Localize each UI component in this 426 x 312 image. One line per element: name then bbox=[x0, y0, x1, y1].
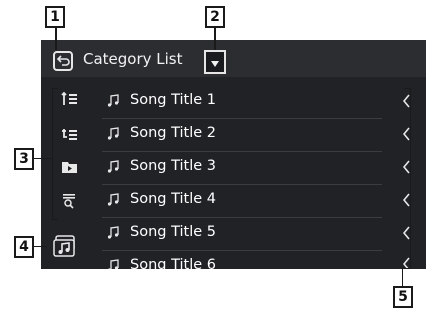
scroll-chevron[interactable] bbox=[399, 254, 417, 269]
sort-sidebar bbox=[48, 82, 96, 222]
callout-line bbox=[33, 246, 47, 247]
song-title: Song Title 5 bbox=[130, 224, 216, 240]
callout-bracket bbox=[52, 219, 58, 220]
scroll-chevron[interactable] bbox=[399, 190, 417, 212]
folder-button[interactable] bbox=[54, 152, 86, 182]
list-item[interactable]: Song Title 4 bbox=[96, 185, 382, 218]
sort-title-icon bbox=[62, 129, 77, 140]
song-title: Song Title 1 bbox=[130, 92, 216, 108]
scroll-chevron[interactable] bbox=[399, 223, 417, 245]
back-arrow-icon bbox=[56, 55, 70, 66]
scroll-chevron[interactable] bbox=[399, 157, 417, 179]
callout-1: 1 bbox=[45, 6, 65, 28]
media-screen: Category List Song Title 1 Song Title 2 … bbox=[41, 40, 426, 269]
callout-5: 5 bbox=[393, 286, 413, 308]
song-title: Song Title 6 bbox=[130, 257, 216, 269]
callout-3: 3 bbox=[14, 148, 34, 170]
callout-bracket bbox=[52, 88, 58, 89]
music-note-icon bbox=[107, 160, 119, 173]
song-title: Song Title 2 bbox=[130, 125, 216, 141]
callout-bracket bbox=[404, 88, 410, 89]
page-title: Category List bbox=[83, 50, 183, 68]
scroll-chevron[interactable] bbox=[399, 124, 417, 146]
song-list: Song Title 1 Song Title 2 Song Title 3 S… bbox=[96, 86, 396, 269]
callout-line bbox=[402, 268, 403, 286]
music-note-icon bbox=[107, 193, 119, 206]
header-bar: Category List bbox=[41, 40, 426, 77]
song-title: Song Title 3 bbox=[130, 158, 216, 174]
back-button[interactable] bbox=[53, 51, 73, 71]
callout-line bbox=[33, 158, 52, 159]
callout-2: 2 bbox=[205, 6, 225, 28]
list-item[interactable]: Song Title 6 bbox=[96, 251, 382, 269]
callout-bracket bbox=[52, 88, 53, 220]
list-item[interactable]: Song Title 3 bbox=[96, 152, 382, 185]
media-mode-button[interactable] bbox=[47, 231, 83, 261]
music-mode-icon bbox=[53, 235, 75, 257]
search-button[interactable] bbox=[54, 186, 86, 216]
scroll-chevron[interactable] bbox=[399, 91, 417, 113]
list-item[interactable]: Song Title 1 bbox=[96, 86, 382, 119]
list-item[interactable]: Song Title 2 bbox=[96, 119, 382, 152]
song-title: Song Title 4 bbox=[130, 191, 216, 207]
callout-bracket bbox=[404, 268, 410, 269]
sort-by-title-button[interactable] bbox=[54, 118, 86, 148]
music-note-icon bbox=[107, 94, 119, 107]
callout-line bbox=[214, 28, 216, 50]
sort-ascending-button[interactable] bbox=[54, 84, 86, 114]
callout-bracket bbox=[410, 88, 411, 268]
triangle-down-icon bbox=[211, 61, 219, 67]
callout-line bbox=[55, 28, 57, 50]
search-list-icon bbox=[63, 194, 75, 209]
folder-play-icon bbox=[62, 162, 77, 173]
list-item[interactable]: Song Title 5 bbox=[96, 218, 382, 251]
music-note-icon bbox=[108, 259, 119, 269]
sort-list-icon bbox=[61, 91, 77, 105]
callout-4: 4 bbox=[14, 236, 34, 258]
music-note-icon bbox=[107, 127, 119, 140]
music-note-icon bbox=[107, 226, 119, 239]
category-dropdown-button[interactable] bbox=[204, 50, 226, 74]
